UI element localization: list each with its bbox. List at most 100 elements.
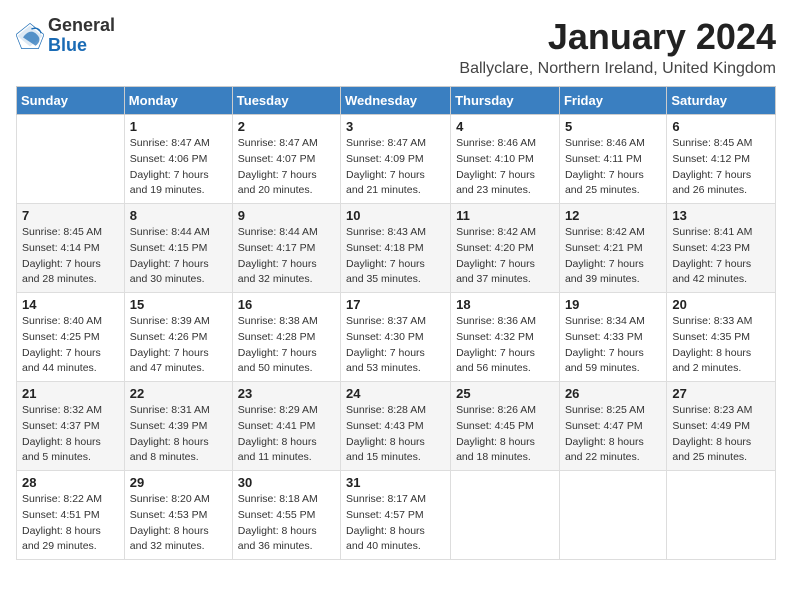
weekday-header-sunday: Sunday (17, 87, 125, 115)
calendar-cell: 21Sunrise: 8:32 AMSunset: 4:37 PMDayligh… (17, 382, 125, 471)
day-number: 31 (346, 475, 445, 490)
calendar-cell: 17Sunrise: 8:37 AMSunset: 4:30 PMDayligh… (341, 293, 451, 382)
calendar-cell: 10Sunrise: 8:43 AMSunset: 4:18 PMDayligh… (341, 204, 451, 293)
calendar-body: 1Sunrise: 8:47 AMSunset: 4:06 PMDaylight… (17, 115, 776, 560)
day-info: Sunrise: 8:47 AMSunset: 4:09 PMDaylight:… (346, 136, 445, 199)
calendar-table: SundayMondayTuesdayWednesdayThursdayFrid… (16, 86, 776, 560)
day-number: 7 (22, 208, 119, 223)
weekday-header-friday: Friday (559, 87, 666, 115)
weekday-header-thursday: Thursday (451, 87, 560, 115)
calendar-cell: 19Sunrise: 8:34 AMSunset: 4:33 PMDayligh… (559, 293, 666, 382)
day-number: 8 (130, 208, 227, 223)
day-info: Sunrise: 8:42 AMSunset: 4:21 PMDaylight:… (565, 225, 661, 288)
location-subtitle: Ballyclare, Northern Ireland, United Kin… (459, 60, 776, 78)
calendar-cell: 2 Sunrise: 8:47 AMSunset: 4:07 PMDaylight… (232, 115, 340, 204)
day-info: Sunrise: 8:39 AMSunset: 4:26 PMDaylight:… (130, 314, 227, 377)
day-info: Sunrise: 8:45 AMSunset: 4:12 PMDaylight:… (672, 136, 770, 199)
day-number: 5 (565, 119, 661, 134)
day-number: 22 (130, 386, 227, 401)
calendar-cell: 29Sunrise: 8:20 AMSunset: 4:53 PMDayligh… (124, 471, 232, 560)
calendar-cell: 23 Sunrise: 8:29 AMSunset: 4:41 PMDayligh… (232, 382, 340, 471)
calendar-cell: 3Sunrise: 8:47 AMSunset: 4:09 PMDaylight… (341, 115, 451, 204)
month-title: January 2024 (459, 16, 776, 58)
calendar-cell (667, 471, 776, 560)
calendar-cell: 14Sunrise: 8:40 AMSunset: 4:25 PMDayligh… (17, 293, 125, 382)
day-number: 18 (456, 297, 554, 312)
calendar-cell: 20Sunrise: 8:33 AMSunset: 4:35 PMDayligh… (667, 293, 776, 382)
day-number: 6 (672, 119, 770, 134)
day-number: 26 (565, 386, 661, 401)
calendar-cell: 9 Sunrise: 8:44 AMSunset: 4:17 PMDaylight… (232, 204, 340, 293)
day-number: 28 (22, 475, 119, 490)
title-block: January 2024 Ballyclare, Northern Irelan… (459, 16, 776, 78)
weekday-header-tuesday: Tuesday (232, 87, 340, 115)
day-info: Sunrise: 8:33 AMSunset: 4:35 PMDaylight:… (672, 314, 770, 377)
logo-general-text: General (48, 16, 115, 36)
day-info: Sunrise: 8:28 AMSunset: 4:43 PMDaylight:… (346, 403, 445, 466)
calendar-week-row: 28 Sunrise: 8:22 AMSunset: 4:51 PMDayligh… (17, 471, 776, 560)
weekday-header-saturday: Saturday (667, 87, 776, 115)
day-info: Sunrise: 8:46 AMSunset: 4:10 PMDaylight:… (456, 136, 554, 199)
calendar-header: SundayMondayTuesdayWednesdayThursdayFrid… (17, 87, 776, 115)
day-number: 30 (238, 475, 335, 490)
calendar-cell: 12 Sunrise: 8:42 AMSunset: 4:21 PMDayligh… (559, 204, 666, 293)
calendar-week-row: 21Sunrise: 8:32 AMSunset: 4:37 PMDayligh… (17, 382, 776, 471)
calendar-cell: 25Sunrise: 8:26 AMSunset: 4:45 PMDayligh… (451, 382, 560, 471)
day-info: Sunrise: 8:44 AMSunset: 4:17 PMDaylight:… (238, 225, 335, 288)
logo-icon (16, 22, 44, 50)
calendar-cell (17, 115, 125, 204)
calendar-cell: 1Sunrise: 8:47 AMSunset: 4:06 PMDaylight… (124, 115, 232, 204)
day-info: Sunrise: 8:43 AMSunset: 4:18 PMDaylight:… (346, 225, 445, 288)
logo: General Blue (16, 16, 115, 56)
calendar-cell: 8 Sunrise: 8:44 AMSunset: 4:15 PMDaylight… (124, 204, 232, 293)
day-number: 1 (130, 119, 227, 134)
day-info: Sunrise: 8:18 AMSunset: 4:55 PMDaylight:… (238, 492, 335, 555)
day-number: 11 (456, 208, 554, 223)
calendar-cell: 28 Sunrise: 8:22 AMSunset: 4:51 PMDayligh… (17, 471, 125, 560)
calendar-cell (559, 471, 666, 560)
calendar-week-row: 1Sunrise: 8:47 AMSunset: 4:06 PMDaylight… (17, 115, 776, 204)
day-info: Sunrise: 8:38 AMSunset: 4:28 PMDaylight:… (238, 314, 335, 377)
calendar-cell: 31Sunrise: 8:17 AMSunset: 4:57 PMDayligh… (341, 471, 451, 560)
calendar-cell: 22 Sunrise: 8:31 AMSunset: 4:39 PMDayligh… (124, 382, 232, 471)
weekday-header-monday: Monday (124, 87, 232, 115)
day-info: Sunrise: 8:23 AMSunset: 4:49 PMDaylight:… (672, 403, 770, 466)
calendar-cell: 16 Sunrise: 8:38 AMSunset: 4:28 PMDayligh… (232, 293, 340, 382)
day-info: Sunrise: 8:41 AMSunset: 4:23 PMDaylight:… (672, 225, 770, 288)
day-info: Sunrise: 8:34 AMSunset: 4:33 PMDaylight:… (565, 314, 661, 377)
calendar-cell: 13 Sunrise: 8:41 AMSunset: 4:23 PMDayligh… (667, 204, 776, 293)
day-info: Sunrise: 8:29 AMSunset: 4:41 PMDaylight:… (238, 403, 335, 466)
day-info: Sunrise: 8:44 AMSunset: 4:15 PMDaylight:… (130, 225, 227, 288)
calendar-cell: 26 Sunrise: 8:25 AMSunset: 4:47 PMDayligh… (559, 382, 666, 471)
day-number: 9 (238, 208, 335, 223)
day-info: Sunrise: 8:47 AMSunset: 4:07 PMDaylight:… (238, 136, 335, 199)
day-info: Sunrise: 8:45 AMSunset: 4:14 PMDaylight:… (22, 225, 119, 288)
day-info: Sunrise: 8:36 AMSunset: 4:32 PMDaylight:… (456, 314, 554, 377)
day-number: 4 (456, 119, 554, 134)
day-info: Sunrise: 8:25 AMSunset: 4:47 PMDaylight:… (565, 403, 661, 466)
day-number: 24 (346, 386, 445, 401)
day-info: Sunrise: 8:20 AMSunset: 4:53 PMDaylight:… (130, 492, 227, 555)
calendar-cell: 30 Sunrise: 8:18 AMSunset: 4:55 PMDayligh… (232, 471, 340, 560)
day-info: Sunrise: 8:22 AMSunset: 4:51 PMDaylight:… (22, 492, 119, 555)
day-number: 2 (238, 119, 335, 134)
calendar-cell: 6 Sunrise: 8:45 AMSunset: 4:12 PMDaylight… (667, 115, 776, 204)
day-number: 16 (238, 297, 335, 312)
day-number: 13 (672, 208, 770, 223)
day-number: 14 (22, 297, 119, 312)
day-info: Sunrise: 8:42 AMSunset: 4:20 PMDaylight:… (456, 225, 554, 288)
calendar-cell: 24 Sunrise: 8:28 AMSunset: 4:43 PMDayligh… (341, 382, 451, 471)
day-info: Sunrise: 8:32 AMSunset: 4:37 PMDaylight:… (22, 403, 119, 466)
logo-blue-text: Blue (48, 36, 115, 56)
calendar-cell (451, 471, 560, 560)
logo-text: General Blue (48, 16, 115, 56)
day-info: Sunrise: 8:31 AMSunset: 4:39 PMDaylight:… (130, 403, 227, 466)
day-number: 23 (238, 386, 335, 401)
day-number: 17 (346, 297, 445, 312)
day-number: 27 (672, 386, 770, 401)
calendar-cell: 18 Sunrise: 8:36 AMSunset: 4:32 PMDayligh… (451, 293, 560, 382)
day-number: 12 (565, 208, 661, 223)
calendar-cell: 7 Sunrise: 8:45 AMSunset: 4:14 PMDaylight… (17, 204, 125, 293)
page-header: General Blue January 2024 Ballyclare, No… (16, 16, 776, 78)
weekday-header-row: SundayMondayTuesdayWednesdayThursdayFrid… (17, 87, 776, 115)
